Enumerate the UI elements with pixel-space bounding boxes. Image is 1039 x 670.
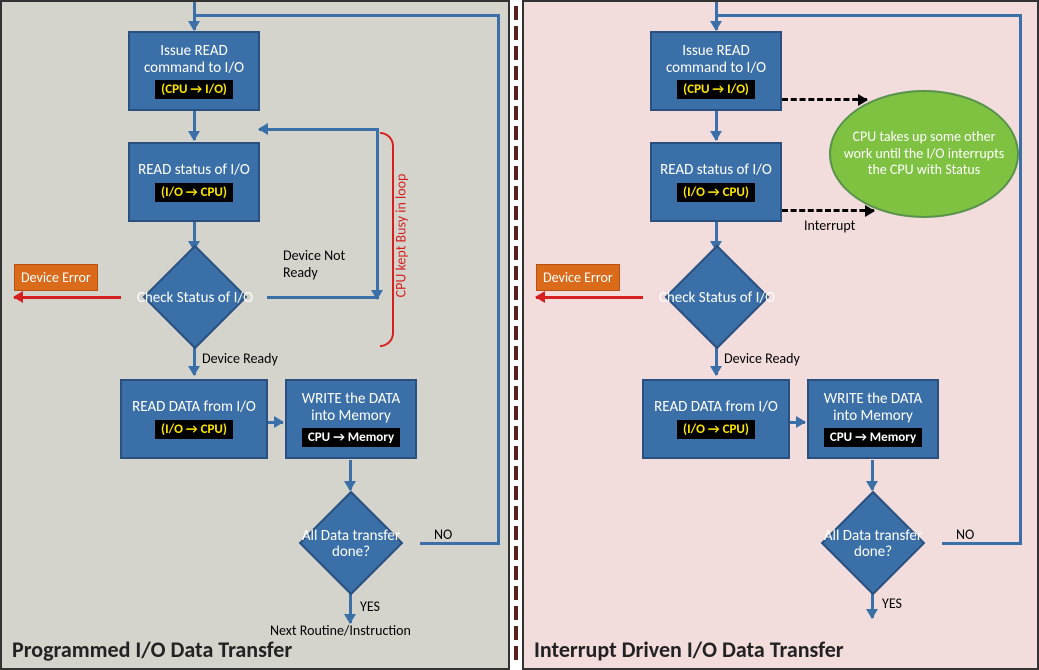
line — [497, 14, 500, 545]
line — [267, 296, 379, 299]
brace-label: CPU kept Busy in loop — [392, 174, 409, 298]
box-label: WRITE the DATA into Memory — [291, 391, 411, 424]
panel-title: Programmed I/O Data Transfer — [12, 636, 292, 663]
dashed-arrow — [782, 209, 874, 212]
arrow — [349, 593, 352, 623]
tag: (I/O → CPU) — [677, 183, 755, 202]
box-label: READ DATA from I/O — [654, 399, 778, 416]
box-issue-read: Issue READ command to I/O (CPU → I/O) — [128, 31, 260, 111]
box-read-status: READ status of I/O (I/O → CPU) — [650, 142, 782, 222]
tag: (I/O → CPU) — [155, 420, 233, 439]
device-error-label: Device Error — [536, 264, 620, 291]
tag: (CPU → I/O) — [155, 80, 233, 99]
box-read-status: READ status of I/O (I/O → CPU) — [128, 142, 260, 222]
box-read-data: READ DATA from I/O (I/O → CPU) — [642, 379, 790, 459]
line — [376, 128, 379, 299]
arrow — [871, 460, 874, 490]
diamond-all-done — [299, 491, 404, 596]
box-label: Issue READ command to I/O — [134, 43, 254, 76]
arrow — [871, 592, 874, 618]
error-arrow — [14, 296, 121, 299]
box-write-data: WRITE the DATA into Memory CPU → Memory — [285, 379, 417, 459]
label-yes: YES — [360, 598, 380, 615]
error-arrow — [536, 296, 643, 299]
box-label: WRITE the DATA into Memory — [813, 391, 933, 424]
tag: (CPU → I/O) — [677, 80, 755, 99]
tag: CPU → Memory — [302, 428, 400, 447]
divider — [512, 0, 520, 670]
panel-interrupt-io: Interrupt Device Error CPU takes up some… — [522, 0, 1039, 670]
arrow — [349, 460, 352, 490]
line — [420, 542, 500, 545]
box-label: Issue READ command to I/O — [656, 43, 776, 76]
dashed-arrow — [782, 98, 867, 101]
device-error-label: Device Error — [14, 264, 98, 291]
label-yes: YES — [882, 595, 902, 612]
box-write-data: WRITE the DATA into Memory CPU → Memory — [807, 379, 939, 459]
diamond-all-done — [821, 491, 926, 596]
panel-programmed-io: Device Error CPU kept Busy in loop Issue… — [0, 0, 510, 670]
arrow — [268, 421, 283, 424]
label-ready: Device Ready — [724, 350, 800, 367]
diamond-check-status — [665, 245, 770, 350]
line — [942, 542, 1022, 545]
line — [195, 14, 500, 17]
arrow — [715, 110, 718, 140]
arrow — [259, 128, 269, 131]
line — [259, 128, 379, 131]
diamond-check-status — [143, 245, 248, 350]
ellipse-cpu-other-work: CPU takes up some other work until the I… — [829, 90, 1019, 218]
line — [1019, 14, 1022, 545]
label-interrupt: Interrupt — [804, 217, 855, 234]
tag: (I/O → CPU) — [677, 420, 755, 439]
box-label: READ status of I/O — [138, 162, 250, 179]
box-label: READ DATA from I/O — [132, 399, 256, 416]
label-not-ready: Device Not Ready — [283, 247, 363, 281]
line — [717, 14, 1022, 17]
box-issue-read: Issue READ command to I/O (CPU → I/O) — [650, 31, 782, 111]
tag: (I/O → CPU) — [155, 183, 233, 202]
arrow — [790, 421, 805, 424]
arrow — [193, 110, 196, 140]
box-label: READ status of I/O — [660, 162, 772, 179]
panel-title: Interrupt Driven I/O Data Transfer — [534, 636, 844, 663]
label-no: NO — [956, 526, 974, 543]
label-ready: Device Ready — [202, 350, 278, 367]
label-no: NO — [434, 526, 452, 543]
tag: CPU → Memory — [824, 428, 922, 447]
box-read-data: READ DATA from I/O (I/O → CPU) — [120, 379, 268, 459]
